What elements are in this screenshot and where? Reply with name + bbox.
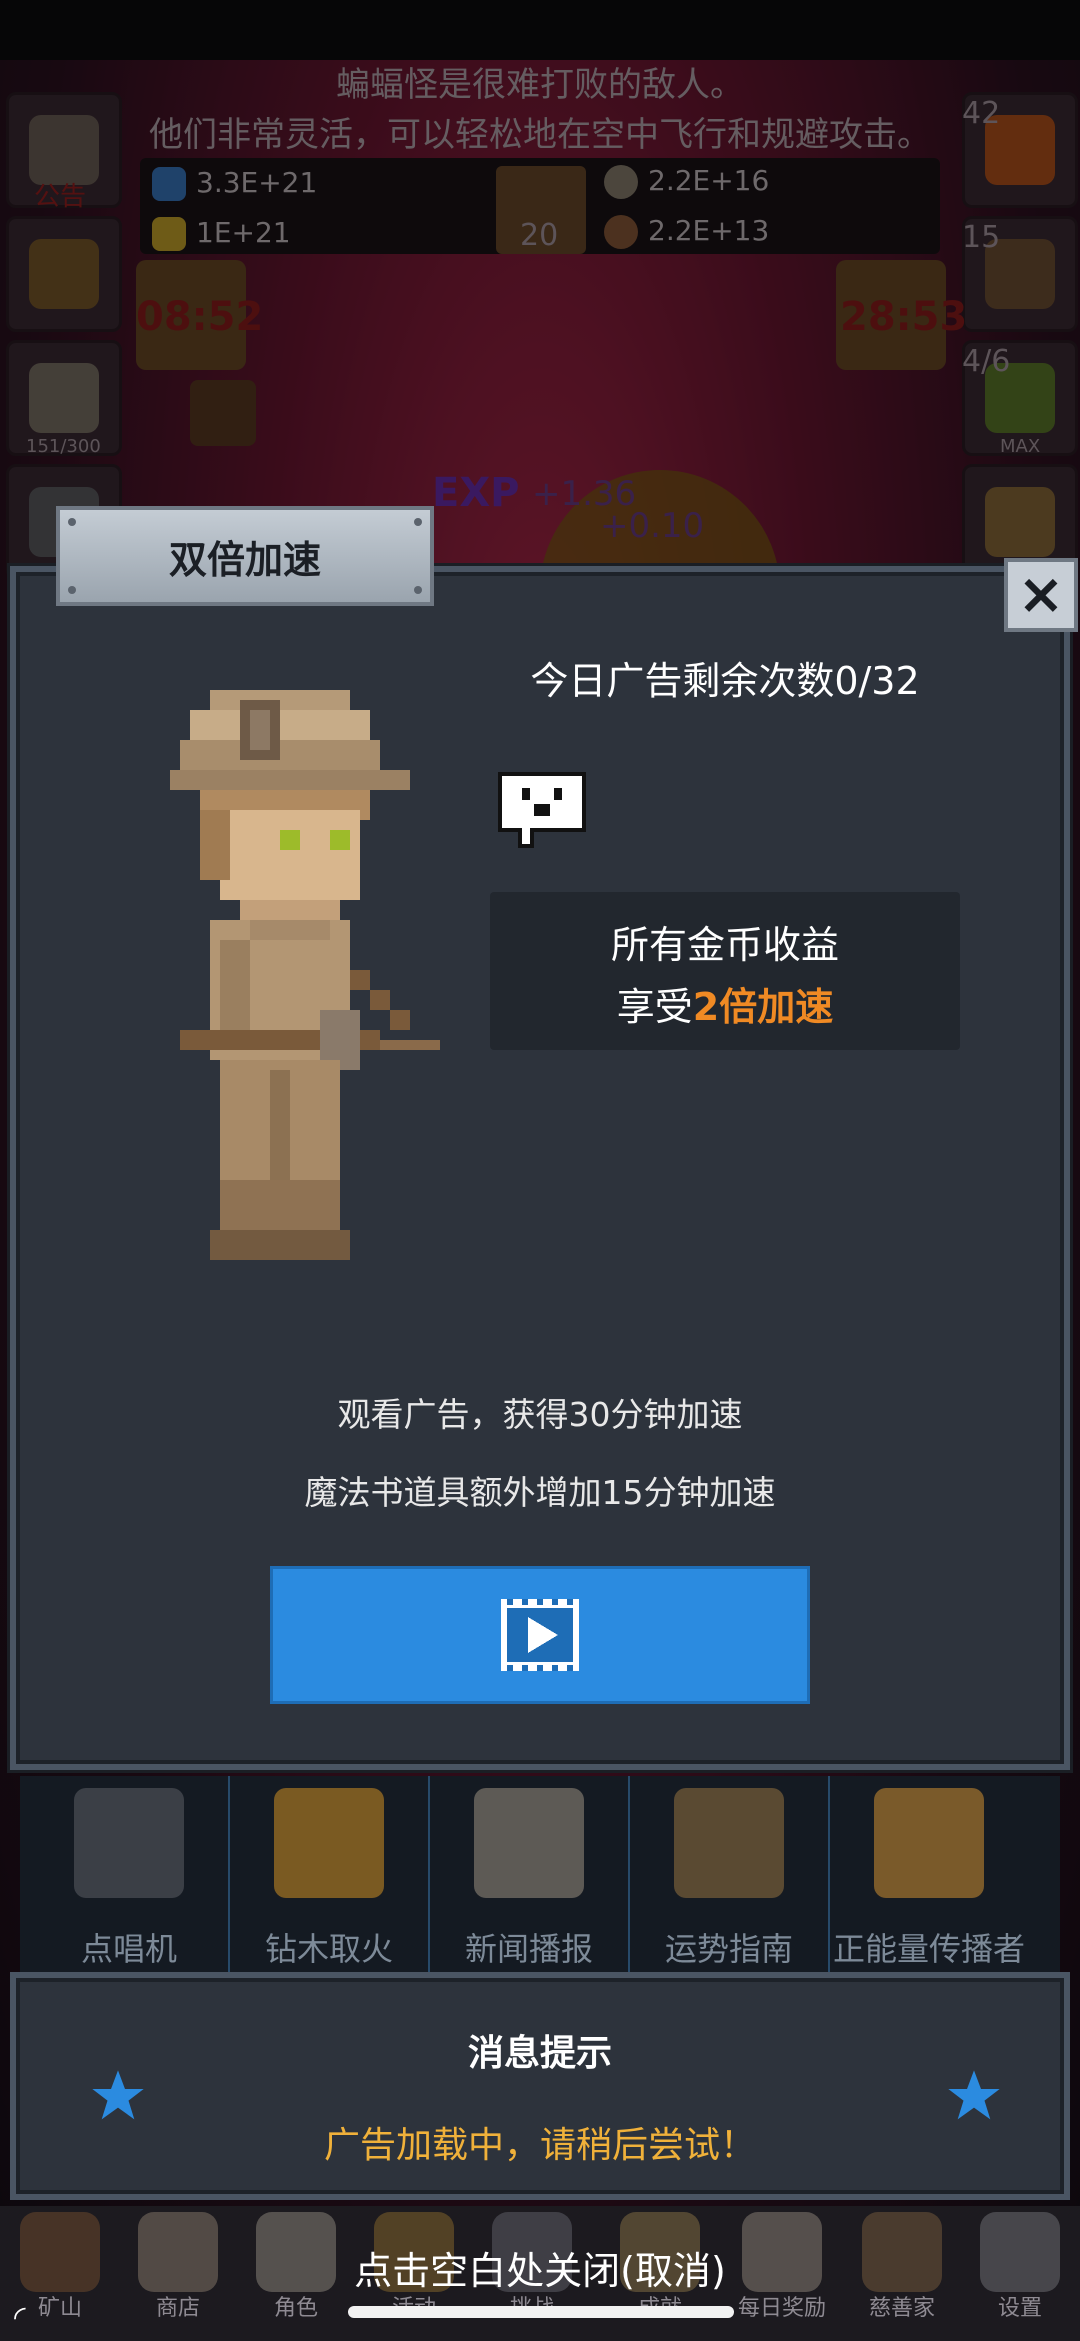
jukebox-icon <box>74 1788 184 1898</box>
dialog-title: 双倍加速 <box>168 537 321 582</box>
benefit-highlight: 2倍加速 <box>692 985 834 1029</box>
watch-ad-description: 观看广告，获得30分钟加速 <box>337 1395 743 1434</box>
menu-item-jukebox[interactable]: 点唱机 <box>30 1776 230 1976</box>
newspaper-icon <box>474 1788 584 1898</box>
video-play-icon <box>501 1599 579 1671</box>
crown-icon <box>874 1788 984 1898</box>
watch-ad-button[interactable] <box>270 1566 810 1704</box>
fortune-scroll-icon <box>674 1788 784 1898</box>
toast-title: 消息提示 <box>467 2033 612 2074</box>
benefit-line-2: 享受2倍加速 <box>490 976 960 1031</box>
ad-remaining-count: 今日广告剩余次数0/32 <box>530 659 920 703</box>
close-button[interactable]: × <box>1004 558 1078 632</box>
home-indicator[interactable] <box>348 2306 734 2318</box>
menu-item-news[interactable]: 新闻播报 <box>430 1776 630 1976</box>
rivet <box>414 586 422 594</box>
rivet <box>68 586 76 594</box>
star-icon <box>92 2070 144 2120</box>
tap-blank-to-close-hint[interactable]: 点击空白处关闭(取消) <box>0 2240 1080 2295</box>
benefit-prefix: 享受 <box>616 985 693 1029</box>
rivet <box>68 518 76 526</box>
message-toast: 消息提示 广告加载中，请稍后尝试！ <box>10 1972 1070 2200</box>
benefit-box: 所有金币收益 享受2倍加速 <box>490 892 960 1050</box>
feature-menu-strip: 点唱机 钻木取火 新闻播报 运势指南 正能量传播者 <box>20 1776 1060 1976</box>
menu-item-fortune[interactable]: 运势指南 <box>630 1776 830 1976</box>
loading-spinner-icon: ◜ <box>14 2300 26 2335</box>
magic-book-description: 魔法书道具额外增加15分钟加速 <box>304 1473 776 1512</box>
dialog-title-plate: 双倍加速 <box>56 506 434 606</box>
toast-message: 广告加载中，请稍后尝试！ <box>323 2125 756 2166</box>
rivet <box>414 518 422 526</box>
menu-item-fire-drill[interactable]: 钻木取火 <box>230 1776 430 1976</box>
star-icon <box>948 2070 1000 2120</box>
close-icon: × <box>1017 562 1065 627</box>
menu-item-positive-energy[interactable]: 正能量传播者 <box>830 1776 1028 1976</box>
fire-stick-icon <box>274 1788 384 1898</box>
benefit-line-1: 所有金币收益 <box>610 923 839 967</box>
miner-character-illustration <box>170 690 440 1260</box>
